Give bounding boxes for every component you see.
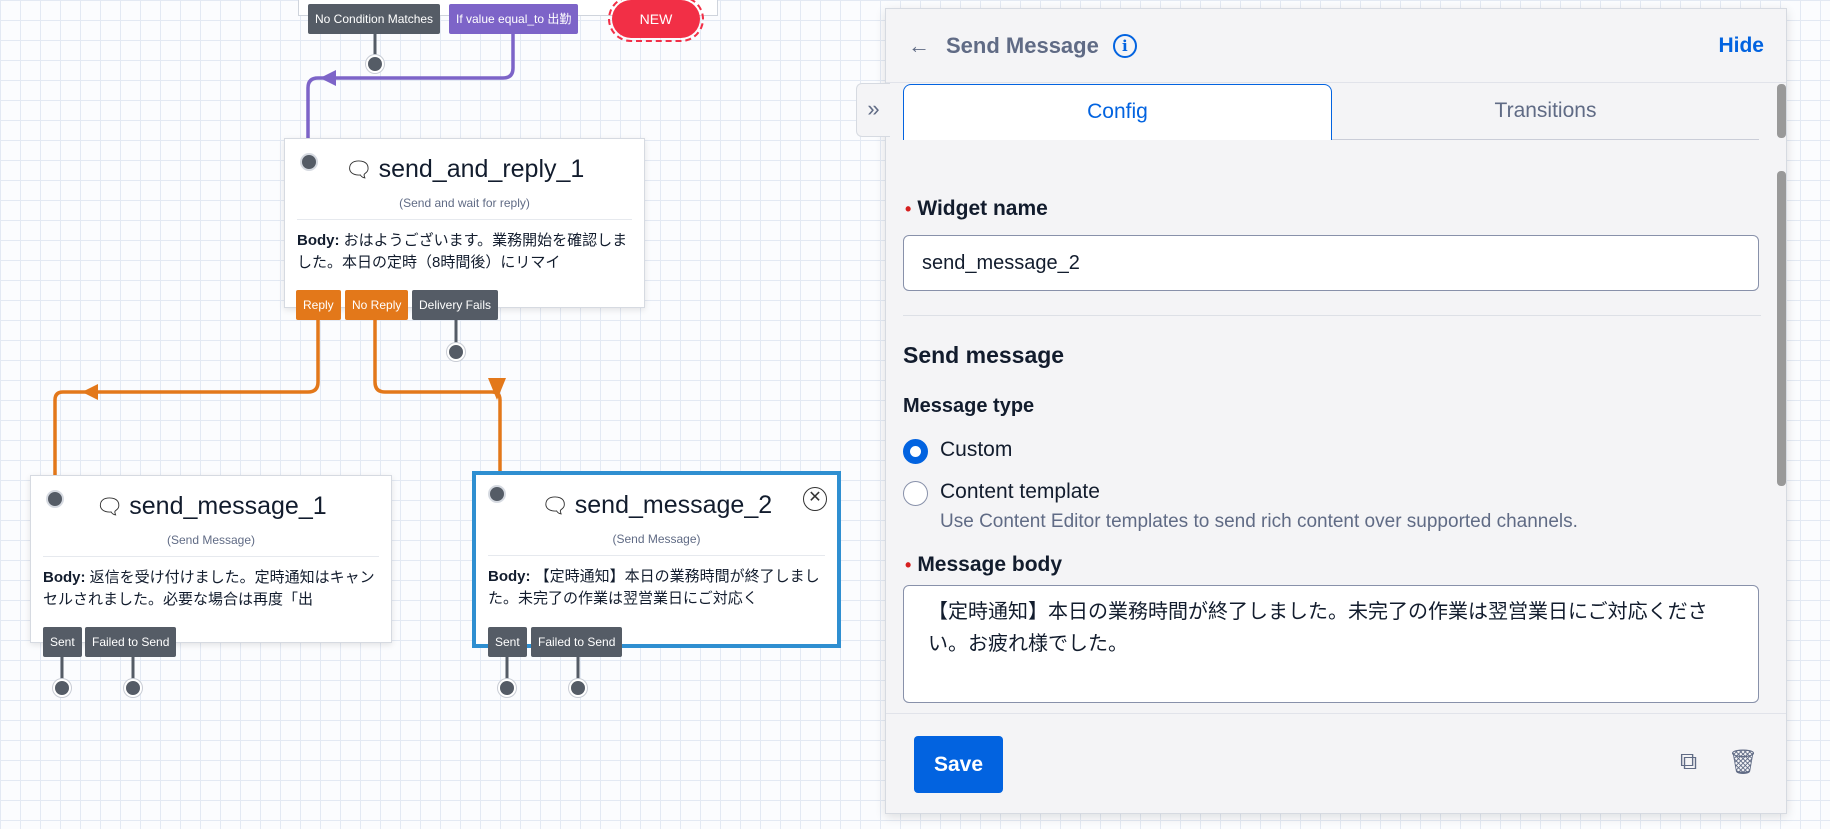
widget-send-message-2[interactable]: ✕ 🗨 send_message_2 (Send Message) Body: … [472,471,841,648]
panel-tabs: Config Transitions [903,84,1759,140]
transition-failed-to-send[interactable]: Failed to Send [85,627,177,657]
flow-canvas[interactable]: No Condition Matches If value equal_to 出… [0,0,880,829]
widget-body: Body: 【定時通知】本日の業務時間が終了しました。未完了の作業は翌営業日にご… [488,566,825,610]
radio-help-text: Use Content Editor templates to send ric… [940,511,1578,532]
widget-title-text: send_message_1 [129,492,327,520]
transition-failed-to-send[interactable]: Failed to Send [531,627,623,657]
body-label: Body: [488,568,531,585]
body-text: 返信を受け付けました。定時通知はキャンセルされました。必要な場合は再度「出 [43,569,375,608]
message-body-label-text: Message body [917,553,1063,576]
output-port[interactable] [498,679,516,697]
widget-body: Body: 返信を受け付けました。定時通知はキャンセルされました。必要な場合は再… [43,567,379,611]
output-port[interactable] [124,679,142,697]
hide-button[interactable]: Hide [1718,34,1764,58]
body-label: Body: [297,232,340,249]
info-icon[interactable]: i [1112,33,1137,58]
widget-name-label-text: Widget name [917,197,1048,220]
required-indicator: • [905,554,912,575]
message-icon: 🗨 [540,492,569,518]
body-text: おはようございます。業務開始を確認しました。本日の定時（8時間後）にリマイ [297,232,628,271]
wire-orange-noreply-arrow [488,378,506,400]
transition-sent[interactable]: Sent [43,627,82,657]
required-indicator: • [905,198,912,219]
message-type-label: Message type [903,395,1035,417]
input-port[interactable] [46,490,64,508]
widget-body: Body: おはようございます。業務開始を確認しました。本日の定時（8時間後）に… [297,230,632,274]
input-port[interactable] [300,153,318,171]
widget-title: 🗨 send_message_1 [31,492,391,521]
tab-config[interactable]: Config [903,84,1332,140]
widget-title: 🗨 send_and_reply_1 [285,155,644,184]
widget-send-and-reply-1[interactable]: 🗨 send_and_reply_1 (Send and wait for re… [284,138,645,308]
widget-title: 🗨 send_message_2 [476,491,837,520]
wire-purple [306,30,515,140]
widget-config-panel: » ← Send Message i Hide Config Transitio… [856,8,1787,814]
widget-subtitle: (Send and wait for reply) [399,196,530,210]
widget-title-text: send_message_2 [574,491,773,519]
divider [297,219,632,220]
section-title: Send message [903,342,1065,368]
close-icon[interactable]: ✕ [803,487,827,511]
widget-send-message-1[interactable]: 🗨 send_message_1 (Send Message) Body: 返信… [30,475,392,643]
radio-button[interactable] [903,439,928,464]
body-text: 【定時通知】本日の業務時間が終了しました。未完了の作業は翌営業日にご対応く [488,568,820,607]
output-port[interactable] [53,679,71,697]
message-icon: 🗨 [344,156,373,182]
tab-transitions[interactable]: Transitions [1332,84,1759,139]
divider [43,556,379,557]
widget-name-label: • Widget name [903,197,1761,221]
output-port[interactable] [366,55,384,73]
transition-no-reply[interactable]: No Reply [345,290,409,320]
wire-purple-arrow [320,70,336,86]
transition-no-condition-matches[interactable]: No Condition Matches [308,4,441,34]
radio-button[interactable] [903,481,928,506]
panel-footer: Save ⧉ 🗑 [886,713,1786,813]
widget-title-text: send_and_reply_1 [378,155,585,183]
panel-header: ← Send Message i Hide [886,9,1786,83]
divider [903,315,1761,316]
trash-icon[interactable]: 🗑 [1728,748,1758,777]
output-port[interactable] [569,679,587,697]
widget-subtitle: (Send Message) [166,533,256,547]
widget-name-input[interactable]: send_message_2 [903,235,1759,291]
transition-delivery-fails[interactable]: Delivery Fails [412,290,499,320]
panel-title: Send Message [946,32,1099,58]
scrollbar[interactable] [1777,171,1786,486]
save-button[interactable]: Save [914,736,1003,793]
transition-if-value-equal[interactable]: If value equal_to 出勤 [449,4,579,34]
double-chevron-right-icon[interactable]: » [856,83,890,137]
radio-label: Content template [940,480,1100,503]
config-form: • Widget name send_message_2 Send messag… [903,197,1761,703]
radio-label: Custom [940,438,1013,461]
widget-subtitle: (Send Message) [612,532,701,546]
message-body-textarea[interactable]: 【定時通知】本日の業務時間が終了しました。未完了の作業は翌営業日にご対応ください… [903,585,1759,703]
transition-sent[interactable]: Sent [488,627,527,657]
radio-content-template[interactable]: Content template Use Content Editor temp… [903,480,1761,533]
input-port[interactable] [488,485,506,503]
radio-custom[interactable]: Custom [903,438,1761,464]
connection-wires [53,30,580,688]
message-body-label: • Message body [903,553,1761,577]
wire-orange-reply-arrow [82,384,98,400]
new-widget-button[interactable]: NEW [608,0,704,42]
scrollbar[interactable] [1777,84,1786,138]
output-port[interactable] [447,343,465,361]
arrow-left-icon[interactable]: ← [908,33,930,59]
divider [488,555,825,556]
body-label: Body: [43,569,86,586]
duplicate-icon[interactable]: ⧉ [1680,748,1697,776]
message-icon: 🗨 [95,493,124,519]
transition-reply[interactable]: Reply [296,290,341,320]
wire-orange-noreply [373,300,502,472]
